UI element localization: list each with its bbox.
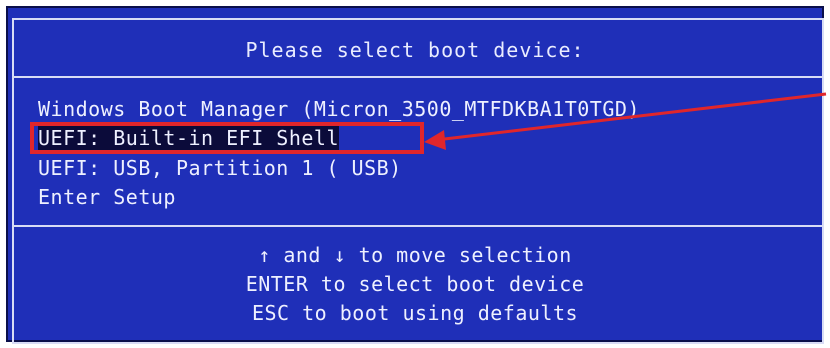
screenshot: Please select boot device: Windows Boot … bbox=[0, 0, 830, 348]
annotation-arrow-icon bbox=[424, 92, 827, 150]
